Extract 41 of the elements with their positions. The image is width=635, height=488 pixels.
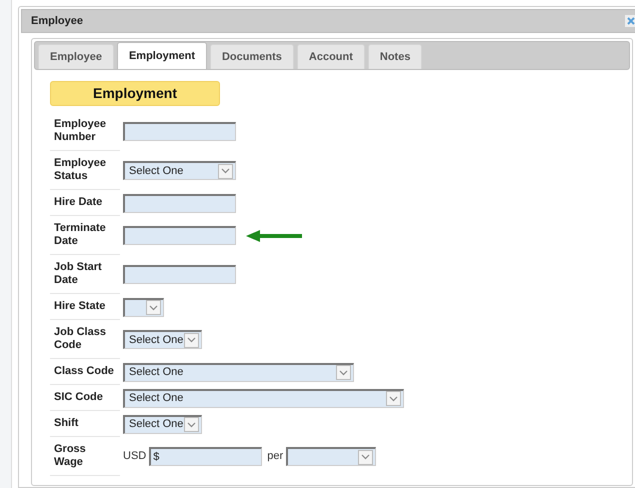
input-field[interactable]: $: [149, 447, 262, 466]
field-label: SIC Code: [50, 385, 120, 411]
input-field[interactable]: [123, 265, 236, 284]
section-heading: Employment: [50, 81, 220, 106]
window-title: Employee: [31, 14, 83, 29]
chevron-down-icon: [361, 454, 370, 460]
chevron-down-icon: [187, 337, 196, 343]
select-field[interactable]: Select One: [123, 362, 354, 382]
chevron-down-icon: [187, 422, 196, 428]
select-field[interactable]: Select One: [123, 388, 404, 408]
tab[interactable]: Documents: [210, 44, 294, 69]
tab[interactable]: Notes: [368, 44, 422, 69]
chevron-down-icon: [149, 304, 158, 310]
field-label: Job Start Date: [50, 255, 120, 294]
per-label: per: [267, 449, 284, 464]
field-label: Employee Status: [50, 151, 120, 190]
select-field[interactable]: [123, 298, 164, 316]
input-field[interactable]: [123, 122, 236, 141]
chevron-down-icon: [389, 396, 398, 402]
select-field[interactable]: Select One: [123, 414, 202, 434]
field-label: Gross Wage: [50, 437, 120, 476]
field-label: Hire Date: [50, 190, 120, 216]
chevron-down-icon: [221, 168, 230, 174]
chevron-down-icon: [339, 370, 348, 376]
select-field[interactable]: Select One: [123, 161, 236, 180]
arrow-icon: [244, 228, 304, 242]
field-label: Class Code: [50, 359, 120, 385]
close-icon[interactable]: [625, 15, 635, 27]
currency-label: USD: [123, 449, 146, 464]
input-field[interactable]: [123, 194, 236, 212]
select-field[interactable]: [286, 447, 376, 466]
field-label: Hire State: [50, 294, 120, 320]
tab[interactable]: Employment: [116, 42, 207, 69]
field-label: Job Class Code: [50, 320, 120, 359]
field-label: Terminate Date: [50, 216, 120, 255]
tab[interactable]: Employee: [38, 44, 114, 69]
select-field[interactable]: Select One: [123, 330, 202, 349]
field-label: Employee Number: [50, 112, 120, 151]
field-label: Shift: [50, 411, 120, 437]
tab[interactable]: Account: [296, 44, 365, 69]
input-field[interactable]: [123, 226, 236, 245]
